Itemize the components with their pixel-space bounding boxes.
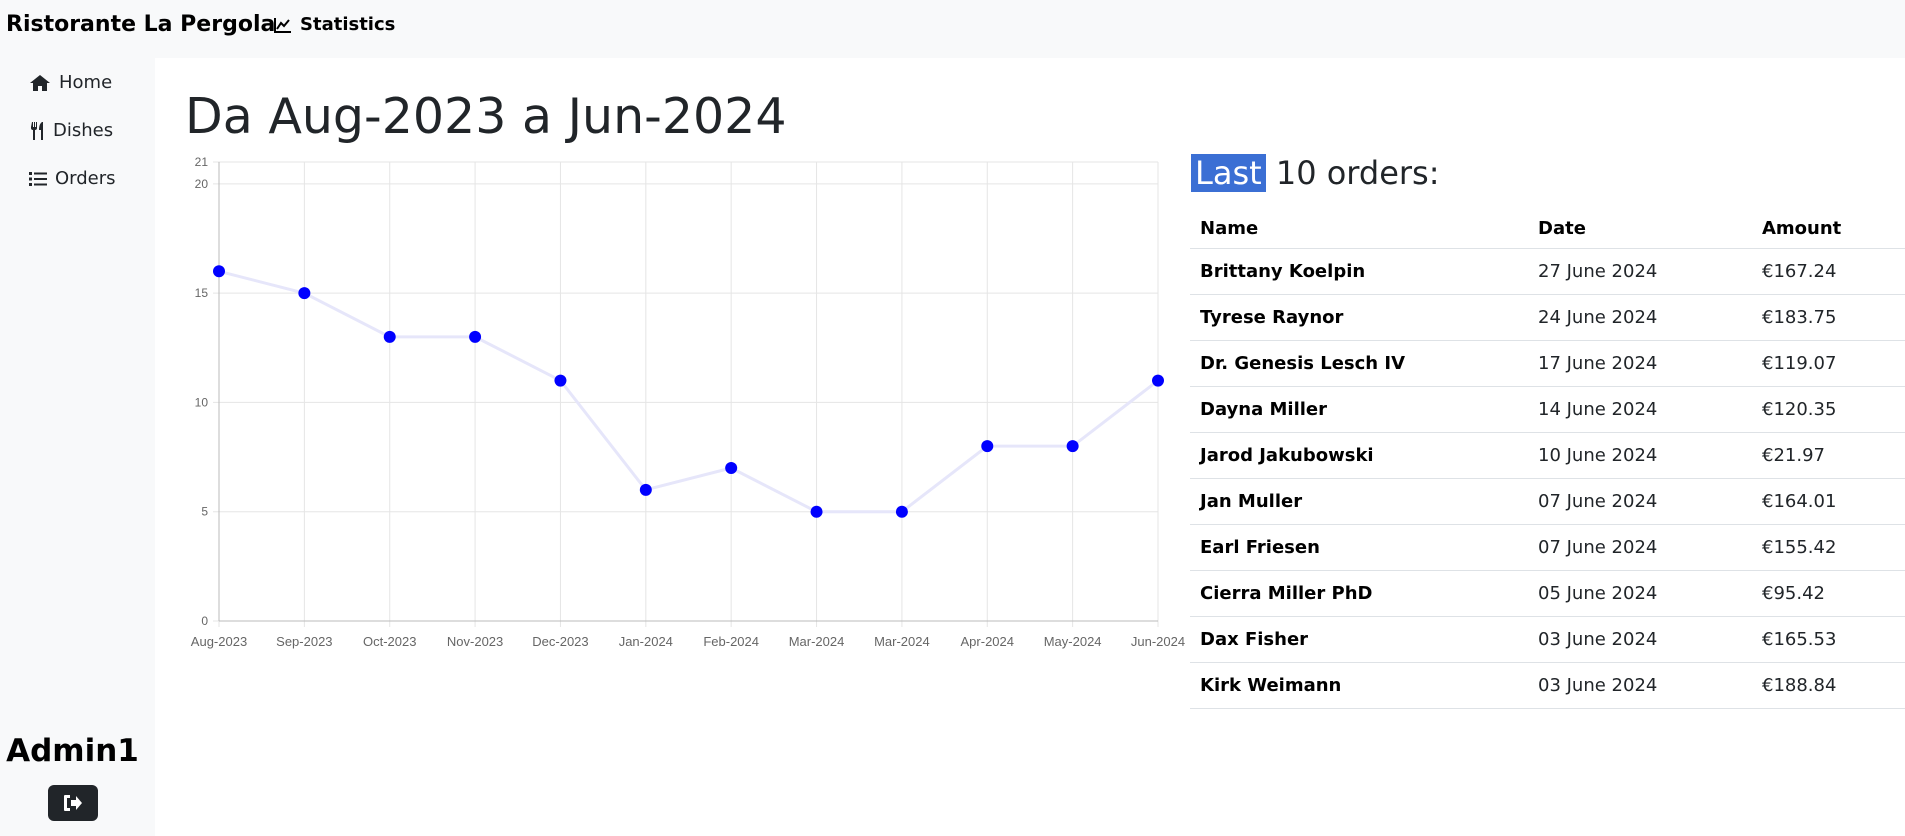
orders-table: Name Date Amount Brittany Koelpin 27 June…: [1190, 208, 1905, 709]
x-tick-label: Sep-2023: [276, 634, 332, 649]
cell-amount: €155.42: [1752, 524, 1905, 571]
table-row: Tyrese Raynor 24 June 2024 €183.75: [1190, 294, 1905, 341]
cell-date: 14 June 2024: [1528, 386, 1752, 433]
x-tick-label: Dec-2023: [532, 634, 588, 649]
data-point: [298, 287, 311, 300]
cell-amount: €21.97: [1752, 432, 1905, 479]
y-tick-label: 21: [195, 155, 209, 169]
table-row: Dr. Genesis Lesch IV 17 June 2024 €119.07: [1190, 340, 1905, 387]
data-point: [1152, 374, 1164, 387]
y-tick-label: 5: [201, 505, 208, 519]
cell-name: Tyrese Raynor: [1190, 294, 1528, 341]
x-tick-label: Mar-2024: [874, 634, 930, 649]
cell-name: Cierra Miller PhD: [1190, 570, 1528, 617]
cell-date: 03 June 2024: [1528, 616, 1752, 663]
data-point: [895, 505, 908, 518]
data-point: [1066, 440, 1079, 453]
data-point: [213, 265, 225, 278]
cell-date: 05 June 2024: [1528, 570, 1752, 617]
table-row: Brittany Koelpin 27 June 2024 €167.24: [1190, 248, 1905, 295]
orders-line-chart: 0 5 10 15 20 21 Aug-2023 Sep-2023 Oct-2023 Nov-20…: [191, 155, 1185, 649]
cell-name: Brittany Koelpin: [1190, 248, 1528, 295]
column-header-amount: Amount: [1752, 208, 1905, 249]
cell-name: Earl Friesen: [1190, 524, 1528, 571]
y-tick-label: 0: [201, 614, 208, 628]
orders-heading-highlight: Last: [1191, 154, 1266, 192]
x-tick-label: Apr-2024: [961, 634, 1014, 649]
table-row: Jan Muller 07 June 2024 €164.01: [1190, 478, 1905, 525]
cell-date: 24 June 2024: [1528, 294, 1752, 341]
cell-date: 07 June 2024: [1528, 524, 1752, 571]
cell-date: 27 June 2024: [1528, 248, 1752, 295]
y-tick-label: 10: [195, 395, 209, 409]
x-tick-label: Aug-2023: [191, 634, 247, 649]
cell-date: 07 June 2024: [1528, 478, 1752, 525]
cell-amount: €188.84: [1752, 662, 1905, 709]
y-tick-label: 20: [195, 177, 209, 191]
cell-amount: €119.07: [1752, 340, 1905, 387]
cell-name: Dr. Genesis Lesch IV: [1190, 340, 1528, 387]
x-tick-label: Nov-2023: [447, 634, 503, 649]
orders-heading: Last 10 orders:: [1191, 154, 1440, 192]
cell-name: Dayna Miller: [1190, 386, 1528, 433]
column-header-date: Date: [1528, 208, 1752, 249]
data-point: [725, 462, 738, 474]
username: Admin1: [6, 733, 139, 769]
table-row: Dax Fisher 03 June 2024 €165.53: [1190, 616, 1905, 663]
table-row: Earl Friesen 07 June 2024 €155.42: [1190, 524, 1905, 571]
column-header-name: Name: [1190, 208, 1528, 249]
data-point: [554, 374, 567, 387]
sign-out-icon: [64, 795, 82, 811]
x-tick-label: Jan-2024: [619, 634, 673, 649]
cell-name: Dax Fisher: [1190, 616, 1528, 663]
cell-amount: €120.35: [1752, 386, 1905, 433]
table-row: Jarod Jakubowski 10 June 2024 €21.97: [1190, 432, 1905, 479]
cell-amount: €165.53: [1752, 616, 1905, 663]
table-header-row: Name Date Amount: [1190, 208, 1905, 249]
x-tick-label: Feb-2024: [703, 634, 759, 649]
cell-date: 03 June 2024: [1528, 662, 1752, 709]
x-tick-label: Mar-2024: [789, 634, 845, 649]
cell-name: Kirk Weimann: [1190, 662, 1528, 709]
cell-name: Jan Muller: [1190, 478, 1528, 525]
x-tick-label: May-2024: [1044, 634, 1102, 649]
data-point: [810, 505, 823, 518]
table-row: Dayna Miller 14 June 2024 €120.35: [1190, 386, 1905, 433]
data-point: [469, 330, 482, 343]
orders-heading-text: 10 orders:: [1265, 154, 1440, 192]
table-row: Kirk Weimann 03 June 2024 €188.84: [1190, 662, 1905, 709]
x-tick-label: Jun-2024: [1131, 634, 1185, 649]
cell-date: 17 June 2024: [1528, 340, 1752, 387]
cell-date: 10 June 2024: [1528, 432, 1752, 479]
cell-amount: €95.42: [1752, 570, 1905, 617]
cell-amount: €167.24: [1752, 248, 1905, 295]
table-row: Cierra Miller PhD 05 June 2024 €95.42: [1190, 570, 1905, 617]
x-tick-label: Oct-2023: [363, 634, 416, 649]
y-tick-label: 15: [195, 286, 209, 300]
cell-amount: €164.01: [1752, 478, 1905, 525]
logout-button[interactable]: [48, 785, 98, 821]
series-line: [218, 269, 1159, 514]
cell-name: Jarod Jakubowski: [1190, 432, 1528, 479]
data-point: [383, 330, 396, 343]
cell-amount: €183.75: [1752, 294, 1905, 341]
data-point: [639, 483, 652, 496]
data-point: [981, 440, 994, 453]
